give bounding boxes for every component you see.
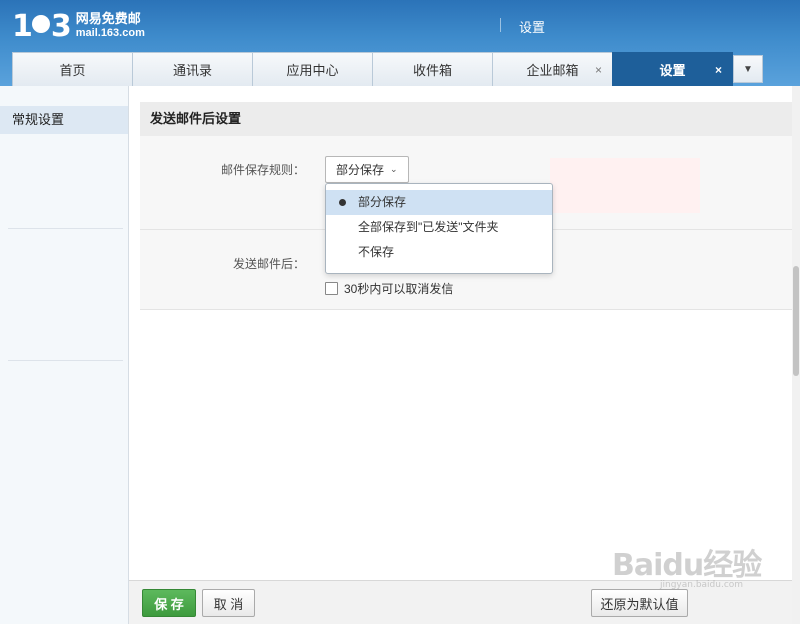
header-separator	[500, 18, 501, 32]
save-button[interactable]: 保 存	[142, 589, 196, 617]
settings-panel: 发送邮件后设置 邮件保存规则： 部分保存 ⌄ 发送邮件后： 30秒内可以取消发信	[140, 100, 792, 580]
close-icon[interactable]: ×	[595, 63, 602, 77]
tab-settings[interactable]: 设置 ×	[612, 52, 733, 86]
header-title: 设置	[519, 20, 546, 35]
save-rule-dropdown: 部分保存 全部保存到"已发送"文件夹 不保存	[325, 183, 553, 274]
tab-bar: 首页 通讯录 应用中心 收件箱 企业邮箱 × 设置 × ▼	[12, 52, 763, 86]
close-icon[interactable]: ×	[715, 63, 722, 77]
undo-send-checkbox[interactable]	[325, 282, 338, 295]
logo-number: 13	[12, 8, 72, 44]
scrollbar-thumb[interactable]	[793, 266, 799, 376]
tab-inbox[interactable]: 收件箱	[372, 52, 493, 86]
section-title: 发送邮件后设置	[140, 102, 792, 136]
sidebar: 常规设置	[0, 86, 129, 624]
sidebar-divider	[8, 228, 123, 229]
tab-more-chevron-down-icon[interactable]: ▼	[733, 55, 763, 83]
dropdown-option-partial[interactable]: 部分保存	[326, 190, 552, 215]
after-send-label: 发送邮件后：	[233, 257, 306, 271]
logo-brand: 网易免费邮	[75, 11, 141, 26]
tab-contacts[interactable]: 通讯录	[132, 52, 253, 86]
tab-home[interactable]: 首页	[12, 52, 133, 86]
tab-enterprise-mail[interactable]: 企业邮箱 ×	[492, 52, 613, 86]
logo-domain: mail.163.com	[75, 27, 145, 39]
logo[interactable]: 13 网易免费邮 mail.163.com	[12, 8, 145, 44]
undo-send-label: 30秒内可以取消发信	[344, 282, 454, 296]
tab-app-center[interactable]: 应用中心	[252, 52, 373, 86]
save-rule-select[interactable]: 部分保存 ⌄	[325, 156, 409, 183]
highlight-area	[550, 158, 700, 213]
sidebar-divider	[8, 360, 123, 361]
reset-default-button[interactable]: 还原为默认值	[591, 589, 688, 617]
app-header: 13 网易免费邮 mail.163.com 设置 首页 通讯录 应用中心 收件箱…	[0, 0, 800, 86]
dropdown-option-save-all[interactable]: 全部保存到"已发送"文件夹	[326, 215, 552, 240]
selected-dot-icon	[339, 199, 346, 206]
dropdown-option-no-save[interactable]: 不保存	[326, 240, 552, 265]
watermark: Baidu经验 jingyan.baidu.com	[612, 548, 762, 590]
undo-send-option[interactable]: 30秒内可以取消发信	[325, 280, 453, 297]
cancel-button[interactable]: 取 消	[202, 589, 255, 617]
chevron-down-icon: ⌄	[390, 164, 398, 174]
save-rule-label: 邮件保存规则：	[221, 163, 306, 177]
sidebar-item-general-settings[interactable]: 常规设置	[0, 106, 128, 134]
scrollbar[interactable]	[792, 86, 800, 624]
logo-egg-icon	[31, 15, 50, 33]
